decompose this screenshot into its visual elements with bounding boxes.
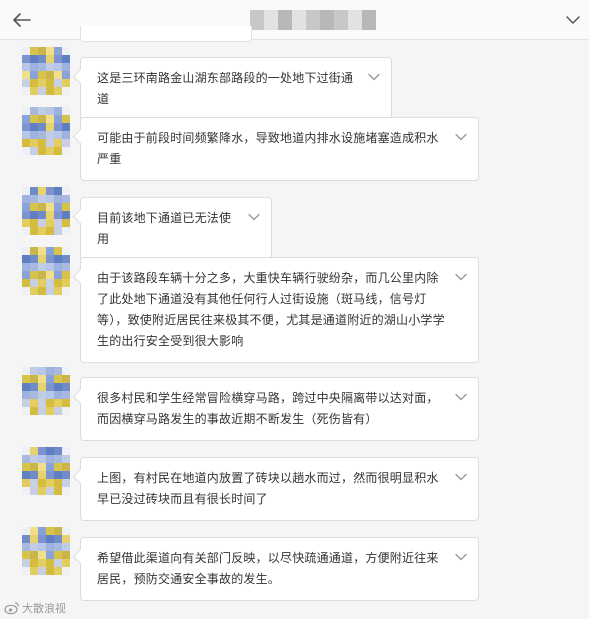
message-bubble[interactable]: 目前该地下通道已无法使用 bbox=[80, 197, 272, 261]
avatar[interactable] bbox=[22, 527, 70, 575]
message-menu-button[interactable] bbox=[454, 550, 468, 564]
message-row: 很多村民和学生经常冒险横穿马路，跨过中央隔离带以达对面，而因横穿马路发生的事故近… bbox=[0, 367, 589, 441]
message-menu-button[interactable] bbox=[454, 390, 468, 404]
message-menu-button[interactable] bbox=[454, 470, 468, 484]
chevron-down-icon bbox=[248, 213, 260, 221]
chevron-down-icon bbox=[566, 16, 580, 25]
avatar[interactable] bbox=[22, 187, 70, 235]
message-text: 希望借此渠道向有关部门反映，以尽快疏通通道，方便附近往来居民，预防交通安全事故的… bbox=[97, 551, 439, 586]
message-bubble[interactable]: 上图，有村民在地道内放置了砖块以趟水而过，然而很明显积水早已没过砖块而且有很长时… bbox=[80, 457, 479, 521]
watermark-text: 大散浪视 bbox=[22, 602, 66, 615]
message-row: 这是三环南路金山湖东部路段的一处地下过街通道 bbox=[0, 47, 589, 121]
message-text: 可能由于前段时间频繁降水，导致地道内排水设施堵塞造成积水严重 bbox=[97, 131, 439, 166]
avatar[interactable] bbox=[22, 447, 70, 495]
message-menu-button[interactable] bbox=[367, 70, 381, 84]
chevron-down-icon bbox=[455, 273, 467, 281]
message-text: 上图，有村民在地道内放置了砖块以趟水而过，然而很明显积水早已没过砖块而且有很长时… bbox=[97, 471, 439, 506]
chevron-down-icon bbox=[455, 553, 467, 561]
message-bubble[interactable]: 可能由于前段时间频繁降水，导致地道内排水设施堵塞造成积水严重 bbox=[80, 117, 479, 181]
chevron-down-icon bbox=[455, 133, 467, 141]
message-row: 希望借此渠道向有关部门反映，以尽快疏通通道，方便附近往来居民，预防交通安全事故的… bbox=[0, 527, 589, 601]
avatar[interactable] bbox=[22, 47, 70, 95]
chevron-down-icon bbox=[455, 393, 467, 401]
watermark: 大散浪视 bbox=[4, 600, 66, 616]
message-bubble[interactable]: 希望借此渠道向有关部门反映，以尽快疏通通道，方便附近往来居民，预防交通安全事故的… bbox=[80, 537, 479, 601]
back-button[interactable] bbox=[10, 8, 34, 32]
message-row: 上图，有村民在地道内放置了砖块以趟水而过，然而很明显积水早已没过砖块而且有很长时… bbox=[0, 447, 589, 521]
arrow-left-icon bbox=[13, 13, 31, 27]
avatar[interactable] bbox=[22, 367, 70, 415]
message-text: 目前该地下通道已无法使用 bbox=[97, 211, 232, 246]
message-bubble[interactable]: 这是三环南路金山湖东部路段的一处地下过街通道 bbox=[80, 57, 392, 121]
menu-button[interactable] bbox=[563, 10, 583, 30]
weibo-icon bbox=[4, 602, 20, 615]
message-menu-button[interactable] bbox=[454, 270, 468, 284]
message-menu-button[interactable] bbox=[454, 130, 468, 144]
avatar[interactable] bbox=[22, 247, 70, 295]
avatar[interactable] bbox=[22, 107, 70, 155]
message-menu-button[interactable] bbox=[247, 210, 261, 224]
message-row: 可能由于前段时间频繁降水，导致地道内排水设施堵塞造成积水严重 bbox=[0, 107, 589, 181]
message-text: 由于该路段车辆十分之多，大重快车辆行驶纷杂，而几公里内除了此处地下通道没有其他任… bbox=[97, 271, 445, 348]
message-text: 很多村民和学生经常冒险横穿马路，跨过中央隔离带以达对面，而因横穿马路发生的事故近… bbox=[97, 391, 439, 426]
message-row: 目前该地下通道已无法使用 bbox=[0, 187, 589, 261]
message-bubble[interactable]: 由于该路段车辆十分之多，大重快车辆行驶纷杂，而几公里内除了此处地下通道没有其他任… bbox=[80, 257, 479, 363]
chevron-down-icon bbox=[455, 473, 467, 481]
message-bubble[interactable]: 很多村民和学生经常冒险横穿马路，跨过中央隔离带以达对面，而因横穿马路发生的事故近… bbox=[80, 377, 479, 441]
chevron-down-icon bbox=[368, 73, 380, 81]
previous-message-bubble bbox=[80, 26, 252, 42]
message-text: 这是三环南路金山湖东部路段的一处地下过街通道 bbox=[97, 71, 354, 106]
message-row: 由于该路段车辆十分之多，大重快车辆行驶纷杂，而几公里内除了此处地下通道没有其他任… bbox=[0, 247, 589, 363]
chat-title-pixelated bbox=[250, 10, 380, 30]
